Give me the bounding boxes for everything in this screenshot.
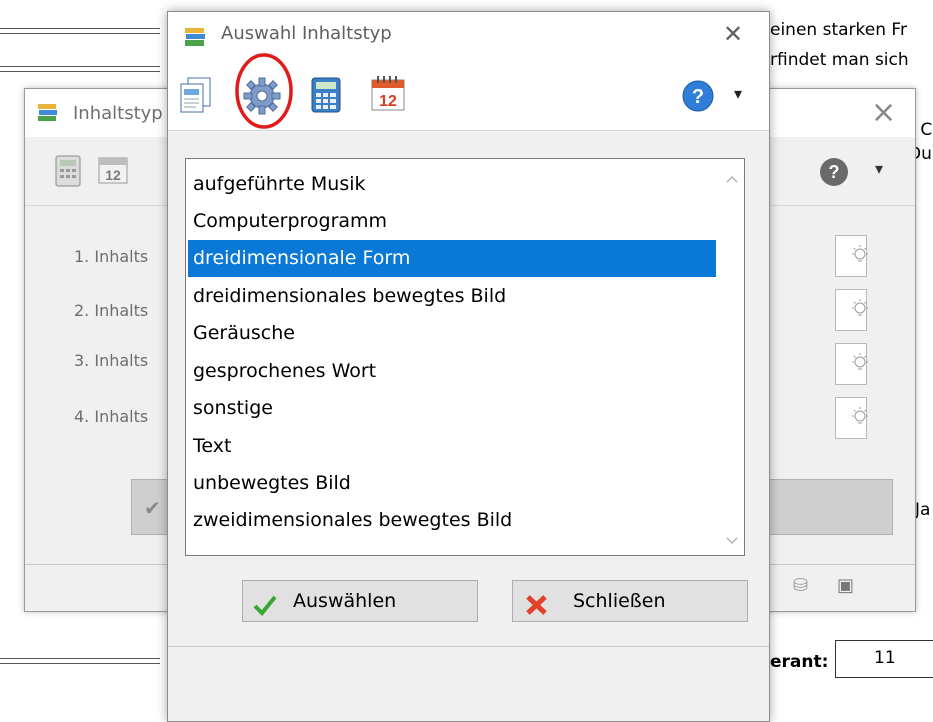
calendar-icon[interactable]: 12 bbox=[97, 153, 129, 185]
books-icon bbox=[37, 102, 59, 122]
back-row-label: 1. Inhalts bbox=[74, 247, 149, 266]
dialog-title: Auswahl Inhaltstyp bbox=[221, 23, 392, 44]
doc-rule bbox=[0, 658, 160, 659]
checkmark-icon: ✔ bbox=[144, 496, 161, 520]
lightbulb-icon[interactable] bbox=[850, 353, 870, 377]
doc-rule bbox=[0, 66, 160, 67]
doc-rule bbox=[0, 663, 160, 664]
dialog-toolbar: 12 ? ▾ bbox=[168, 53, 769, 131]
list-item[interactable]: dreidimensionales bewegtes Bild bbox=[188, 278, 716, 315]
calendar-icon[interactable]: 12 bbox=[370, 74, 406, 112]
list-item[interactable]: sonstige bbox=[188, 390, 716, 427]
vertical-scrollbar[interactable] bbox=[720, 159, 744, 555]
doc-label: erant: bbox=[770, 652, 829, 672]
chevron-down-icon[interactable]: ▾ bbox=[734, 84, 742, 103]
highlight-circle bbox=[233, 51, 295, 131]
calendar-day: 12 bbox=[379, 93, 397, 110]
doc-value-field: 11 bbox=[835, 640, 933, 678]
doc-value: 11 bbox=[874, 648, 896, 668]
svg-text:?: ? bbox=[829, 162, 840, 182]
list-item[interactable]: Geräusche bbox=[188, 315, 716, 352]
select-button[interactable]: Auswählen bbox=[242, 580, 478, 622]
doc-rule bbox=[0, 33, 160, 34]
documents-icon[interactable] bbox=[178, 76, 214, 114]
dialog-statusbar bbox=[168, 646, 769, 695]
doc-label: Ja bbox=[915, 500, 931, 520]
help-icon[interactable]: ? bbox=[682, 80, 714, 112]
list-item[interactable]: zweidimensionales bewegtes Bild bbox=[188, 502, 716, 539]
close-button[interactable]: Schließen bbox=[512, 580, 748, 622]
chevron-down-icon[interactable]: ▾ bbox=[875, 159, 883, 178]
lightbulb-icon[interactable] bbox=[850, 407, 870, 431]
list-item-selected[interactable]: dreidimensionale Form bbox=[188, 240, 716, 277]
select-content-type-dialog: Auswahl Inhaltstyp ✕ 12 ? ▾ aufgeführte … bbox=[167, 11, 770, 722]
doc-rule bbox=[0, 28, 160, 29]
disk-icon[interactable]: ⛁ bbox=[793, 575, 808, 596]
back-wide-button[interactable] bbox=[769, 479, 893, 535]
list-item[interactable]: gesprochenes Wort bbox=[188, 353, 716, 390]
select-button-label: Auswählen bbox=[293, 590, 397, 612]
help-glyph: ? bbox=[692, 86, 704, 108]
doc-text: einen starken Fr bbox=[770, 20, 907, 40]
content-type-list[interactable]: aufgeführte Musik Computerprogramm dreid… bbox=[185, 158, 745, 556]
list-item[interactable]: unbewegtes Bild bbox=[188, 465, 716, 502]
back-row-label: 4. Inhalts bbox=[74, 407, 149, 426]
lightbulb-icon[interactable] bbox=[850, 299, 870, 323]
doc-text: rfindet man sich bbox=[770, 50, 909, 70]
scroll-down-icon[interactable] bbox=[725, 531, 739, 545]
close-icon[interactable]: × bbox=[871, 95, 896, 130]
camera-icon[interactable]: ▣ bbox=[837, 575, 854, 596]
list-item[interactable]: Computerprogramm bbox=[188, 203, 716, 240]
list-item[interactable]: aufgeführte Musik bbox=[188, 166, 716, 203]
close-button-label: Schließen bbox=[573, 590, 666, 612]
books-icon bbox=[183, 26, 207, 48]
back-dialog-title: Inhaltstyp bbox=[73, 103, 163, 124]
close-icon[interactable]: ✕ bbox=[723, 20, 743, 48]
lightbulb-icon[interactable] bbox=[850, 245, 870, 269]
red-x-icon bbox=[525, 590, 549, 615]
back-row-label: 3. Inhalts bbox=[74, 351, 149, 370]
scroll-up-icon[interactable] bbox=[725, 169, 739, 183]
calculator-icon[interactable] bbox=[310, 76, 342, 114]
help-icon[interactable]: ? bbox=[819, 157, 849, 187]
checkmark-icon bbox=[253, 590, 277, 616]
back-row-label: 2. Inhalts bbox=[74, 301, 149, 320]
svg-text:12: 12 bbox=[105, 167, 121, 183]
calculator-icon[interactable] bbox=[55, 155, 81, 187]
list-item[interactable]: Text bbox=[188, 428, 716, 465]
doc-rule bbox=[0, 71, 160, 72]
